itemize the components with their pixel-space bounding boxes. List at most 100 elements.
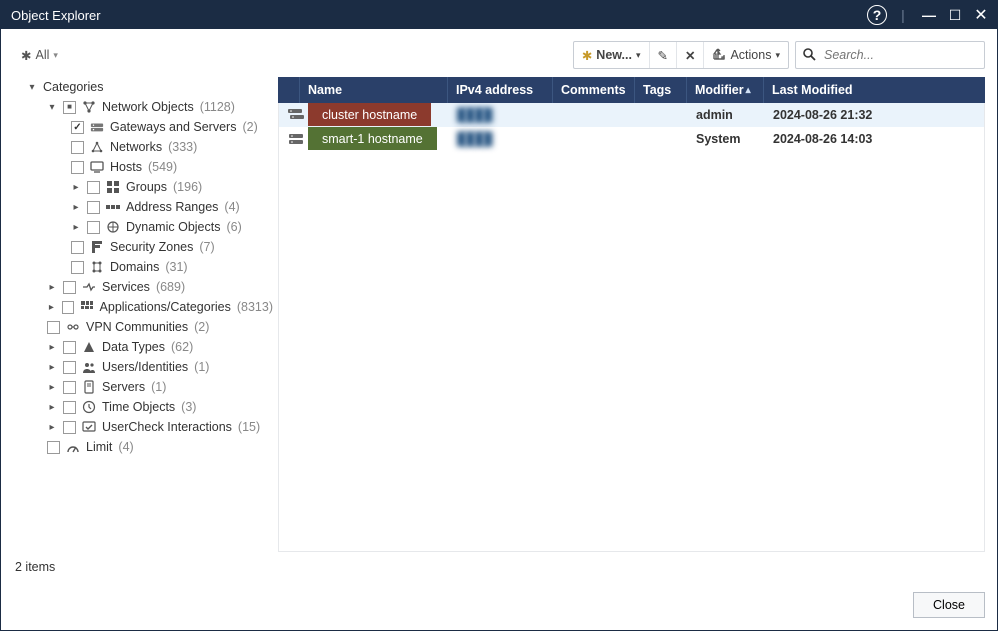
table-row[interactable]: cluster hostname ████ admin 2024-08-26 2… — [279, 103, 984, 127]
new-label: New... — [596, 48, 632, 62]
tree-label: Applications/Categories — [100, 300, 231, 314]
col-header-lastmod[interactable]: Last Modified — [764, 77, 985, 103]
tree-count: (62) — [171, 340, 193, 354]
tree-label: Categories — [43, 80, 103, 94]
delete-button[interactable]: ✕ — [676, 42, 703, 68]
checkbox[interactable] — [63, 381, 76, 394]
caret-right-icon: ▸ — [47, 302, 56, 313]
checkbox[interactable] — [71, 161, 84, 174]
tree-label: Time Objects — [102, 400, 175, 414]
checkbox[interactable] — [63, 341, 76, 354]
tree-apps[interactable]: ▸ Applications/Categories (8313) — [13, 297, 273, 317]
tree-count: (3) — [181, 400, 196, 414]
tree-count: (31) — [165, 260, 187, 274]
checkbox-mixed[interactable] — [63, 101, 76, 114]
tree-label: Network Objects — [102, 100, 194, 114]
tree-address-ranges[interactable]: ▸ Address Ranges (4) — [13, 197, 273, 217]
actions-button[interactable]: Actions ▾ — [703, 42, 788, 68]
search-box[interactable] — [795, 41, 985, 69]
tree-networks[interactable]: Networks (333) — [13, 137, 273, 157]
checkbox-checked[interactable] — [71, 121, 84, 134]
table-row[interactable]: smart-1 hostname ████ System 2024-08-26 … — [279, 127, 984, 151]
caret-down-icon: ▾ — [27, 82, 37, 93]
search-icon — [802, 47, 816, 64]
tree-servers[interactable]: ▸ Servers (1) — [13, 377, 273, 397]
tree-gateways-servers[interactable]: Gateways and Servers (2) — [13, 117, 273, 137]
users-icon — [82, 360, 96, 374]
checkbox[interactable] — [87, 181, 100, 194]
redacted-value: ████ — [457, 132, 492, 146]
grid-header: Name IPv4 address Comments Tags Modifier… — [278, 77, 985, 103]
new-button[interactable]: ✱ New... ▾ — [574, 42, 649, 68]
checkbox[interactable] — [63, 421, 76, 434]
export-icon — [712, 47, 726, 64]
domain-icon — [90, 260, 104, 274]
checkbox[interactable] — [63, 401, 76, 414]
tree-root-categories[interactable]: ▾ Categories — [13, 77, 273, 97]
tree-count: (7) — [199, 240, 214, 254]
checkbox[interactable] — [63, 361, 76, 374]
tree-label: Address Ranges — [126, 200, 218, 214]
checkbox[interactable] — [47, 441, 60, 454]
tree-hosts[interactable]: Hosts (549) — [13, 157, 273, 177]
tree-limit[interactable]: Limit (4) — [13, 437, 273, 457]
col-header-tags[interactable]: Tags — [635, 77, 687, 103]
checkbox[interactable] — [47, 321, 60, 334]
item-count: 2 items — [13, 552, 985, 582]
clock-icon — [82, 400, 96, 414]
checkbox[interactable] — [71, 261, 84, 274]
window-controls: ? | — ☐ ✕ — [867, 5, 991, 25]
caret-right-icon: ▸ — [47, 282, 57, 293]
checkbox[interactable] — [71, 241, 84, 254]
actions-label: Actions — [730, 48, 771, 62]
tree-label: Networks — [110, 140, 162, 154]
col-header-name[interactable]: Name — [300, 77, 448, 103]
tree-network-objects[interactable]: ▾ Network Objects (1128) — [13, 97, 273, 117]
tree-label: Servers — [102, 380, 145, 394]
tree-count: (2) — [242, 120, 257, 134]
tree-count: (549) — [148, 160, 177, 174]
tree-vpn[interactable]: VPN Communities (2) — [13, 317, 273, 337]
col-header-icon[interactable] — [278, 77, 300, 103]
checkbox[interactable] — [87, 221, 100, 234]
col-header-ipv4[interactable]: IPv4 address — [448, 77, 553, 103]
minimize-button[interactable]: — — [919, 5, 939, 25]
row-icon-cell — [279, 132, 301, 146]
networks-icon — [90, 140, 104, 154]
checkbox[interactable] — [62, 301, 74, 314]
caret-right-icon: ▸ — [71, 222, 81, 233]
pencil-icon: ✎ — [658, 48, 668, 63]
close-window-button[interactable]: ✕ — [971, 5, 991, 25]
tree-security-zones[interactable]: Security Zones (7) — [13, 237, 273, 257]
close-button[interactable]: Close — [913, 592, 985, 618]
filter-all-button[interactable]: ✱ All ▾ — [13, 44, 66, 67]
col-header-comments[interactable]: Comments — [553, 77, 635, 103]
edit-button[interactable]: ✎ — [649, 42, 676, 68]
checkbox[interactable] — [87, 201, 100, 214]
tree-label: Groups — [126, 180, 167, 194]
toolbar-group: ✱ New... ▾ ✎ ✕ Actions ▾ — [573, 41, 789, 69]
tree-services[interactable]: ▸ Services (689) — [13, 277, 273, 297]
sidebar: ▾ Categories ▾ Network Objects (1128) — [13, 77, 278, 552]
tree-users[interactable]: ▸ Users/Identities (1) — [13, 357, 273, 377]
row-lastmod-cell: 2024-08-26 21:32 — [765, 108, 984, 122]
tree-domains[interactable]: Domains (31) — [13, 257, 273, 277]
caret-right-icon: ▸ — [47, 362, 57, 373]
tree-groups[interactable]: ▸ Groups (196) — [13, 177, 273, 197]
usercheck-icon — [82, 420, 96, 434]
col-header-modifier[interactable]: Modifier — [687, 77, 764, 103]
tree-usercheck[interactable]: ▸ UserCheck Interactions (15) — [13, 417, 273, 437]
tree-data-types[interactable]: ▸ Data Types (62) — [13, 337, 273, 357]
limit-icon — [66, 440, 80, 454]
tree-dynamic-objects[interactable]: ▸ Dynamic Objects (6) — [13, 217, 273, 237]
row-modifier-cell: admin — [688, 108, 765, 122]
checkbox[interactable] — [63, 281, 76, 294]
help-icon[interactable]: ? — [867, 5, 887, 25]
tree-time[interactable]: ▸ Time Objects (3) — [13, 397, 273, 417]
checkbox[interactable] — [71, 141, 84, 154]
maximize-button[interactable]: ☐ — [945, 5, 965, 25]
tree-count: (2) — [194, 320, 209, 334]
window-title: Object Explorer — [11, 8, 101, 23]
hostname-badge-smart1: smart-1 hostname — [308, 127, 437, 150]
search-input[interactable] — [822, 47, 978, 63]
